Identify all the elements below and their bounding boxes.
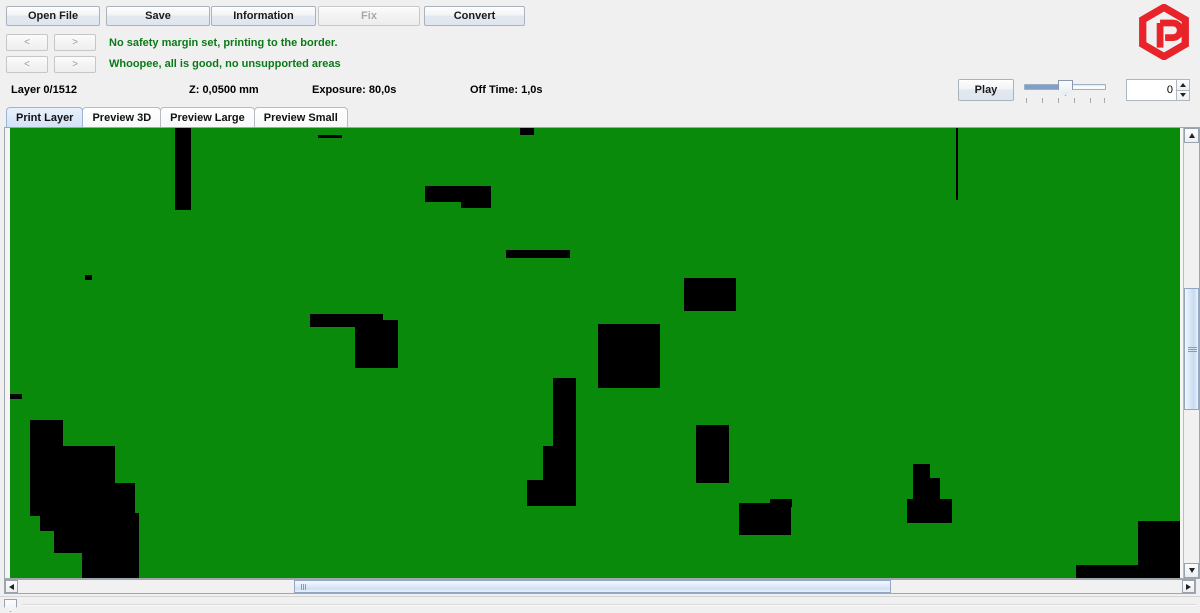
layer-slider[interactable]: [1024, 78, 1106, 104]
safety-margin-message: No safety margin set, printing to the bo…: [109, 37, 338, 49]
fix-button: Fix: [318, 6, 420, 26]
save-button[interactable]: Save: [106, 6, 210, 26]
layer-slice-shape: [82, 538, 139, 578]
layer-slice-shape: [318, 135, 342, 138]
tab-print-layer[interactable]: Print Layer: [6, 107, 84, 127]
spinner-down-button[interactable]: [1177, 89, 1190, 101]
slider-tick: [1104, 98, 1105, 103]
play-button[interactable]: Play: [958, 79, 1014, 101]
tab-preview-3d[interactable]: Preview 3D: [82, 107, 162, 127]
support-status-message: Whoopee, all is good, no unsupported are…: [109, 58, 341, 70]
z-height-label: Z: 0,0500 mm: [189, 84, 259, 96]
layer-slider-thumb[interactable]: [1058, 80, 1073, 96]
arrow-down-icon: [1188, 568, 1195, 573]
spinner-up-button[interactable]: [1177, 79, 1190, 90]
layer-slice-shape: [956, 128, 958, 200]
slider-tick: [1042, 98, 1043, 103]
arrow-up-icon: [1188, 133, 1195, 138]
vertical-scroll-thumb[interactable]: [1184, 288, 1199, 410]
layer-slice-shape: [722, 283, 736, 309]
layer-slice-shape: [355, 320, 398, 368]
slider-tick: [1058, 98, 1059, 103]
nav-next-issue-button[interactable]: >: [54, 56, 96, 73]
layer-slice-shape: [10, 394, 22, 399]
tab-preview-small[interactable]: Preview Small: [253, 107, 348, 127]
status-marker-icon: [4, 599, 17, 612]
slider-tick: [1090, 98, 1091, 103]
layer-canvas[interactable]: [10, 128, 1180, 578]
photon-hexagon-logo: [1136, 3, 1192, 61]
scroll-right-button[interactable]: [1182, 580, 1195, 593]
slider-tick: [1026, 98, 1027, 103]
scroll-grip: [1188, 347, 1197, 352]
layer-slice-shape: [506, 250, 570, 258]
layer-slice-shape: [598, 324, 660, 388]
layer-slice-shape: [1076, 565, 1180, 578]
status-divider: [22, 604, 1196, 606]
scroll-left-button[interactable]: [5, 580, 18, 593]
scroll-grip: [301, 584, 306, 590]
off-time-label: Off Time: 1,0s: [470, 84, 543, 96]
horizontal-scroll-thumb[interactable]: [294, 580, 891, 593]
status-bar: [0, 596, 1200, 613]
layer-number-input[interactable]: 0: [1126, 79, 1177, 101]
exposure-label: Exposure: 80,0s: [312, 84, 397, 96]
layer-slice-shape: [85, 275, 92, 280]
layer-slider-fill: [1025, 85, 1063, 89]
layer-slice-shape: [907, 499, 952, 523]
nav-next-layer-button[interactable]: >: [54, 34, 96, 51]
layer-slice-shape: [739, 503, 791, 535]
nav-prev-layer-button[interactable]: <: [6, 34, 48, 51]
layer-number-spinner[interactable]: 0: [1126, 79, 1190, 101]
tab-preview-large[interactable]: Preview Large: [160, 107, 255, 127]
convert-button[interactable]: Convert: [424, 6, 525, 26]
layer-indicator: Layer 0/1512: [11, 84, 78, 96]
layer-slice-shape: [175, 128, 191, 210]
vertical-scrollbar[interactable]: [1183, 127, 1200, 579]
layer-slice-shape: [527, 480, 576, 506]
nav-prev-issue-button[interactable]: <: [6, 56, 48, 73]
layer-slice-shape: [696, 425, 729, 483]
spinner-buttons: [1177, 79, 1190, 101]
scroll-up-button[interactable]: [1184, 128, 1199, 143]
information-button[interactable]: Information: [211, 6, 316, 26]
layer-slice-shape: [770, 499, 792, 507]
chevron-up-icon: [1180, 82, 1186, 87]
arrow-left-icon: [9, 583, 14, 590]
scroll-down-button[interactable]: [1184, 563, 1199, 578]
print-layer-viewer: [4, 127, 1196, 579]
layer-slice-shape: [461, 188, 491, 208]
open-file-button[interactable]: Open File: [6, 6, 100, 26]
slider-tick: [1074, 98, 1075, 103]
layer-slice-shape: [520, 128, 534, 135]
view-tabs: Print Layer Preview 3D Preview Large Previe…: [6, 107, 348, 127]
arrow-right-icon: [1186, 583, 1191, 590]
chevron-down-icon: [1180, 93, 1186, 98]
horizontal-scrollbar[interactable]: [4, 579, 1196, 594]
application-window: Open File Save Information Fix Convert < > <…: [0, 0, 1200, 613]
